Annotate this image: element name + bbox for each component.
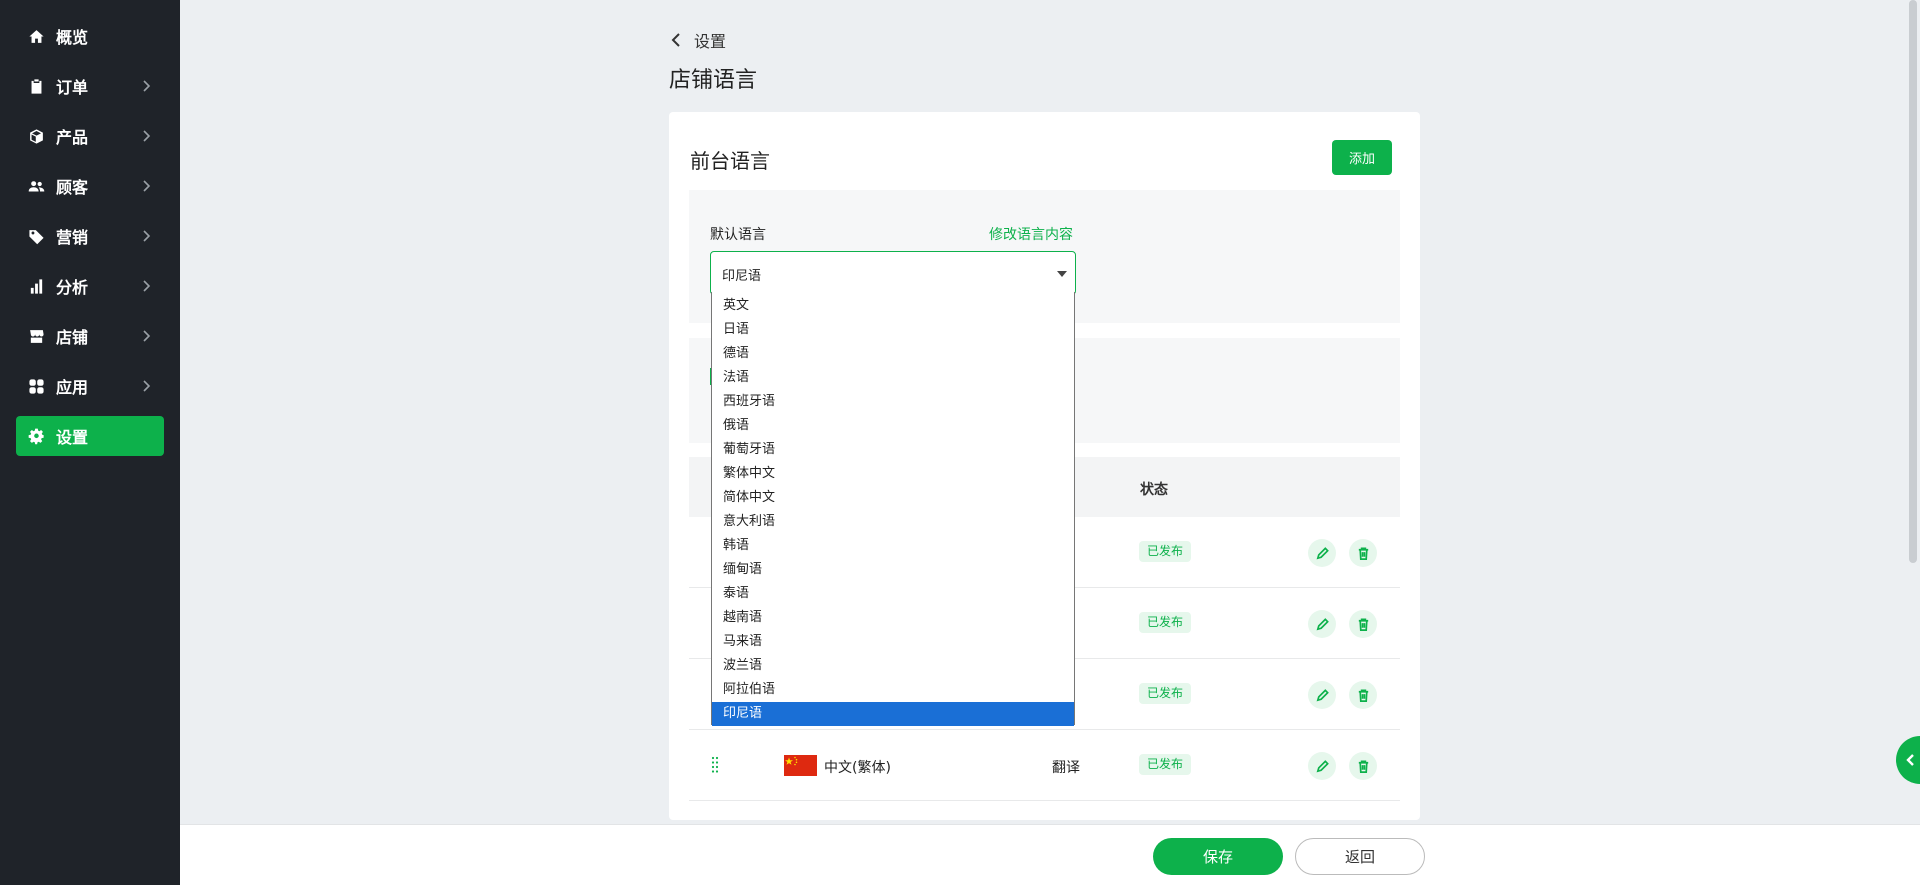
dropdown-option[interactable]: 葡萄牙语 (712, 438, 1074, 462)
clipboard-icon (26, 76, 46, 96)
language-dropdown-list: 英文 日语 德语 法语 西班牙语 俄语 葡萄牙语 繁体中文 简体中文 意大利语 … (711, 292, 1075, 726)
box-icon (26, 126, 46, 146)
dropdown-option[interactable]: 意大利语 (712, 510, 1074, 534)
delete-button[interactable] (1349, 752, 1377, 780)
dropdown-option[interactable]: 俄语 (712, 414, 1074, 438)
edit-button[interactable] (1308, 610, 1336, 638)
chevron-left-icon (1906, 754, 1914, 766)
sidebar-item-label: 分析 (56, 278, 89, 297)
dropdown-option[interactable]: 西班牙语 (712, 390, 1074, 414)
collapse-panel-tab[interactable] (1896, 736, 1920, 784)
bar-chart-icon (26, 276, 46, 296)
chevron-left-icon (671, 33, 680, 47)
dropdown-option[interactable]: 越南语 (712, 606, 1074, 630)
bottom-action-bar: 保存 返回 (180, 824, 1920, 885)
sidebar-item-label: 订单 (56, 78, 89, 97)
edit-button[interactable] (1308, 752, 1336, 780)
dropdown-option[interactable]: 马来语 (712, 630, 1074, 654)
dropdown-option[interactable]: 缅甸语 (712, 558, 1074, 582)
sidebar-item-label: 概览 (56, 28, 89, 47)
dropdown-option[interactable]: 法语 (712, 366, 1074, 390)
pencil-icon (1316, 546, 1329, 559)
pencil-icon (1316, 759, 1329, 772)
sidebar-item-store[interactable]: 店铺 (16, 316, 164, 356)
status-badge: 已发布 (1139, 541, 1192, 562)
chevron-right-icon (138, 228, 154, 244)
sidebar-item-marketing[interactable]: 营销 (16, 216, 164, 256)
column-header-status: 状态 (1140, 482, 1168, 498)
chevron-right-icon (138, 328, 154, 344)
sidebar-item-label: 营销 (56, 228, 89, 247)
page-title: 店铺语言 (669, 68, 758, 93)
store-icon (26, 326, 46, 346)
sidebar-item-label: 店铺 (56, 328, 89, 347)
translate-link[interactable]: 翻译 (1052, 757, 1080, 777)
dropdown-option[interactable]: 波兰语 (712, 654, 1074, 678)
pencil-icon (1316, 688, 1329, 701)
add-language-button[interactable]: 添加 (1332, 140, 1392, 175)
gear-icon (26, 426, 46, 446)
language-name: 中文(繁体) (824, 760, 891, 776)
back-label: 设置 (694, 32, 727, 51)
status-badge: 已发布 (1139, 612, 1192, 633)
dropdown-option[interactable]: 泰语 (712, 582, 1074, 606)
dropdown-option[interactable]: 繁体中文 (712, 462, 1074, 486)
chevron-right-icon (138, 178, 154, 194)
sidebar-item-label: 应用 (56, 378, 89, 397)
trash-icon (1358, 760, 1368, 773)
edit-button[interactable] (1308, 539, 1336, 567)
delete-button[interactable] (1349, 681, 1377, 709)
dropdown-option[interactable]: 日语 (712, 318, 1074, 342)
card-title: 前台语言 (690, 149, 770, 173)
dropdown-option[interactable]: 韩语 (712, 534, 1074, 558)
sidebar-item-products[interactable]: 产品 (16, 116, 164, 156)
chevron-right-icon (138, 78, 154, 94)
sidebar-item-analytics[interactable]: 分析 (16, 266, 164, 306)
delete-button[interactable] (1349, 610, 1377, 638)
edit-button[interactable] (1308, 681, 1336, 709)
sidebar-item-label: 顾客 (56, 178, 89, 197)
sidebar: 概览 订单 产品 顾客 营销 分析 店铺 应用 设置 (0, 0, 180, 885)
status-badge: 已发布 (1139, 754, 1192, 775)
drag-handle-icon[interactable] (711, 756, 719, 774)
chevron-right-icon (138, 278, 154, 294)
tag-icon (26, 226, 46, 246)
select-value: 印尼语 (722, 269, 762, 284)
dropdown-option-selected[interactable]: 印尼语 (712, 702, 1074, 726)
back-link[interactable]: 设置 (668, 28, 726, 52)
sidebar-item-label: 设置 (56, 428, 89, 447)
home-icon (26, 26, 46, 46)
sidebar-item-label: 产品 (56, 128, 89, 147)
default-language-select[interactable]: 印尼语 (710, 251, 1076, 295)
chevron-right-icon (138, 378, 154, 394)
sidebar-item-apps[interactable]: 应用 (16, 366, 164, 406)
sidebar-item-overview[interactable]: 概览 (16, 16, 164, 56)
trash-icon (1358, 689, 1368, 702)
caret-down-icon (1057, 271, 1067, 277)
return-button[interactable]: 返回 (1295, 838, 1425, 875)
apps-icon (26, 376, 46, 396)
dropdown-option[interactable]: 德语 (712, 342, 1074, 366)
dropdown-option[interactable]: 英文 (712, 294, 1074, 318)
chevron-right-icon (138, 128, 154, 144)
flag-icon (784, 755, 817, 776)
default-language-label: 默认语言 (710, 227, 766, 243)
trash-icon (1358, 618, 1368, 631)
trash-icon (1358, 547, 1368, 560)
users-icon (26, 176, 46, 196)
table-row: 中文(繁体) 翻译 已发布 (689, 730, 1400, 801)
modify-language-content-link[interactable]: 修改语言内容 (989, 224, 1073, 244)
vertical-scrollbar[interactable] (1909, 0, 1917, 563)
sidebar-item-settings[interactable]: 设置 (16, 416, 164, 456)
delete-button[interactable] (1349, 539, 1377, 567)
status-badge: 已发布 (1139, 683, 1192, 704)
sidebar-item-orders[interactable]: 订单 (16, 66, 164, 106)
pencil-icon (1316, 617, 1329, 630)
sidebar-item-customers[interactable]: 顾客 (16, 166, 164, 206)
dropdown-option[interactable]: 简体中文 (712, 486, 1074, 510)
dropdown-option[interactable]: 阿拉伯语 (712, 678, 1074, 702)
save-button[interactable]: 保存 (1153, 838, 1283, 875)
